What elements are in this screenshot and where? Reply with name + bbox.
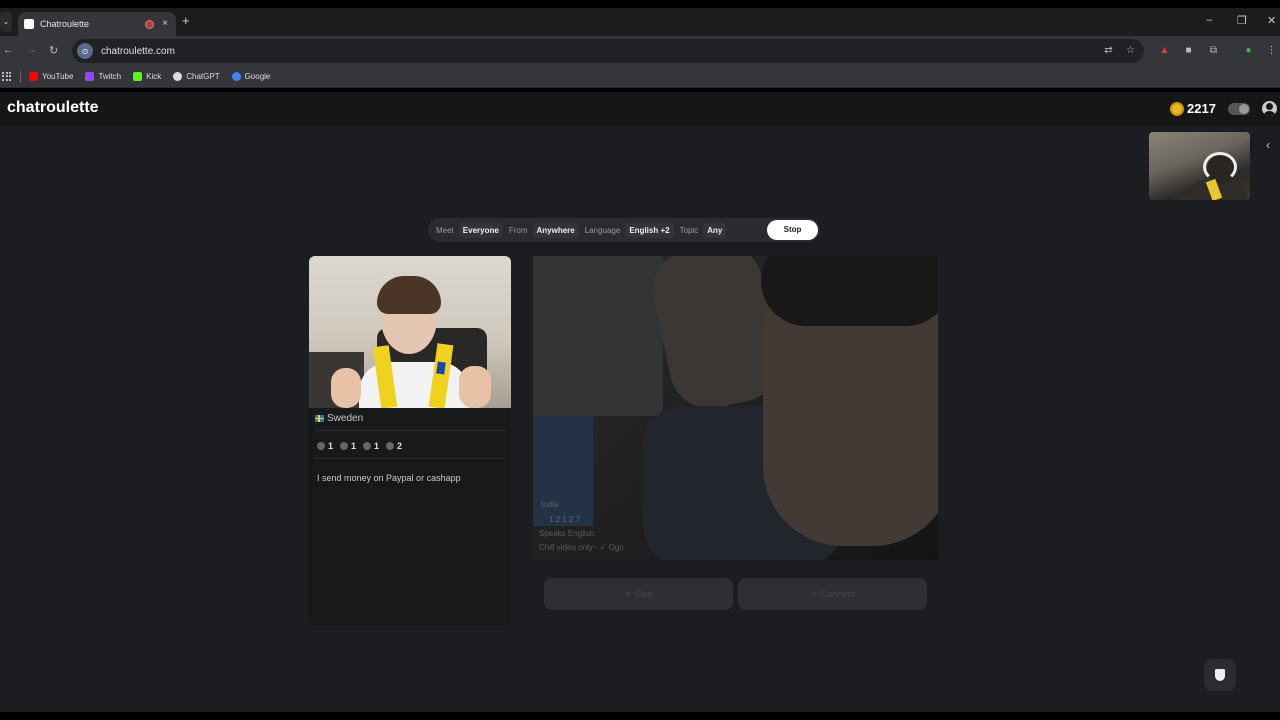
bookmark-label: Twitch [98,72,122,81]
browser-toolbar: ← → ↻ ⊙ chatroulette.com ⇄ ☆ ▲ ■ ⧉ ● ⋮ [0,36,1280,66]
site-info-icon[interactable]: ⊙ [77,43,93,59]
browser-tab-bar: ⌄ Chatroulette × + – ❐ ✕ [0,8,1280,36]
meet-label: Meet [436,225,454,235]
bookmark-star-icon[interactable]: ☆ [1125,45,1136,56]
topic-label: Topic [679,225,699,235]
next-match-stats: 1 2 1 2 7 [549,515,581,524]
country-name: Sweden [327,413,364,424]
translate-icon[interactable]: ⇄ [1103,45,1114,56]
from-filter-dropdown[interactable]: Anywhere [532,222,579,238]
from-label: From [508,225,528,235]
shield-stat-icon [340,442,349,450]
chatgpt-icon [173,72,183,81]
browser-menu-icon[interactable]: ⋮ [1266,45,1277,56]
divider [315,458,505,459]
chevron-left-icon[interactable]: ‹ [1266,138,1270,152]
bookmark-youtube[interactable]: YouTube [29,72,73,81]
topic-filter-dropdown[interactable]: Any [703,222,727,238]
stat-item: 1 [363,441,379,451]
stop-button[interactable]: Stop [767,220,818,240]
restore-button[interactable]: ❐ [1237,14,1247,27]
next-match-languages: Speaks English [539,529,595,538]
divider [315,430,505,431]
reload-icon[interactable]: ↻ [49,44,58,57]
youtube-icon [29,72,38,81]
back-arrow-icon[interactable]: ← [3,44,14,56]
kick-icon [133,72,143,81]
address-bar[interactable]: ⊙ chatroulette.com [72,39,1144,63]
minimize-button[interactable]: – [1206,14,1212,26]
current-partner-card: Sweden 1 1 1 2 I send money on Paypal or… [309,256,511,626]
chatroulette-favicon-icon [24,19,34,29]
partner-stats: 1 1 1 2 [317,441,409,451]
bookmark-label: YouTube [42,72,74,81]
bookmark-label: Google [244,72,271,81]
site-header: chatroulette 2217 [0,92,1280,126]
forward-arrow-icon[interactable]: → [26,44,37,56]
stat-value: 1 [328,441,334,451]
tab-title: Chatroulette [40,19,90,29]
sweden-flag-icon [315,415,324,422]
extension-square-icon[interactable]: ■ [1183,45,1194,56]
skip-button[interactable]: ✕ Skip [544,578,733,610]
stat-item: 1 [317,441,333,451]
url-text: chatroulette.com [101,45,175,57]
bookmark-chatgpt[interactable]: ChatGPT [173,72,220,81]
tab-search-button[interactable]: ⌄ [0,12,12,32]
bookmark-label: Kick [146,72,162,81]
partner-bio: I send money on Paypal or cashapp [317,473,461,483]
connect-button[interactable]: ✓ Connect [738,578,927,610]
stat-item: 2 [386,441,402,451]
meet-filter-dropdown[interactable]: Everyone [458,222,503,238]
like-icon [386,442,395,450]
mode-toggle[interactable] [1228,103,1250,115]
extensions-puzzle-icon[interactable]: ⧉ [1208,45,1219,56]
bookmark-label: ChatGPT [186,72,220,81]
bookmarks-separator [20,70,21,83]
next-match-bio: Chill video only~ ✓ Ogn [539,543,624,552]
coin-icon [1170,101,1184,116]
screen: ⌄ Chatroulette × + – ❐ ✕ ← → ↻ ⊙ chatrou… [0,0,1280,720]
stat-value: 1 [351,441,357,451]
match-filters-bar: Meet Everyone From Anywhere Language Eng… [428,218,820,242]
crown-icon [317,442,325,450]
coin-balance[interactable]: 2217 [1170,101,1216,116]
profile-avatar-icon[interactable]: ● [1243,45,1254,56]
chatroulette-page: chatroulette 2217 ‹ Meet Everyone From A… [0,92,1280,712]
next-match-video: India 1 2 1 2 7 Speaks English Chill vid… [533,256,938,560]
bookmark-kick[interactable]: Kick [133,72,161,81]
stat-item: 1 [340,441,356,451]
stat-value: 1 [374,441,380,451]
language-label: Language [584,225,621,235]
language-filter-dropdown[interactable]: English +2 [625,222,674,238]
shield-icon [1215,669,1225,681]
stat-value: 2 [397,441,403,451]
partner-video [309,256,511,408]
browser-tab[interactable]: Chatroulette × [18,12,176,36]
extension-flame-icon[interactable]: ▲ [1159,45,1170,56]
bookmark-twitch[interactable]: Twitch [85,72,121,81]
bookmark-google[interactable]: Google [231,72,271,81]
google-icon [231,72,241,81]
self-camera-preview [1149,132,1250,200]
partner-country: Sweden [315,413,363,424]
recording-indicator-icon [145,20,154,29]
apps-grid-icon[interactable] [2,71,12,82]
close-window-button[interactable]: ✕ [1267,14,1276,27]
new-tab-button[interactable]: + [182,13,190,28]
twitch-icon [85,72,95,81]
tab-close-button[interactable]: × [162,18,168,29]
site-logo[interactable]: chatroulette [7,99,99,117]
person-icon [363,442,372,450]
safety-shield-button[interactable] [1204,659,1236,691]
coin-count: 2217 [1187,101,1216,116]
next-match-country: India [541,500,559,509]
user-account-icon[interactable] [1262,101,1277,116]
bookmarks-bar: YouTube Twitch Kick ChatGPT Google [0,66,1280,88]
